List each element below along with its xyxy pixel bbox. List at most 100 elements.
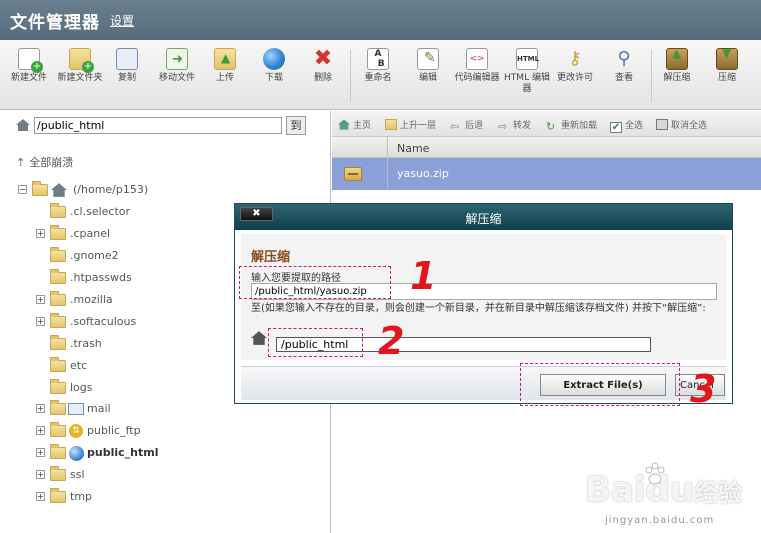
tree-item-public-ftp[interactable]: + ⇅ public_ftp xyxy=(36,422,326,441)
app-header: 文件管理器 设置 xyxy=(0,0,761,40)
compress-icon: ▼ xyxy=(716,46,738,70)
move-button[interactable]: ➜ 移动文件 xyxy=(152,48,202,106)
annotation-number-2: 2 xyxy=(378,319,405,363)
back-arrow-icon: ⇦ xyxy=(450,120,460,133)
download-icon xyxy=(263,48,285,70)
folder-icon xyxy=(50,357,66,372)
annotation-number-3: 3 xyxy=(690,367,717,411)
folder-icon xyxy=(50,488,66,503)
path-input[interactable] xyxy=(34,117,282,134)
tree-item-tmp[interactable]: + tmp xyxy=(36,488,326,507)
annotation-box-3 xyxy=(520,363,680,406)
column-separator xyxy=(387,158,388,190)
toolbar-separator xyxy=(350,50,351,102)
mail-icon xyxy=(68,403,84,415)
edit-button[interactable]: ✎ 编辑 xyxy=(403,48,453,106)
reload-button[interactable]: ↻ 重新加载 xyxy=(546,118,597,132)
code-editor-icon: <> xyxy=(466,48,488,70)
new-file-icon: + xyxy=(18,48,43,73)
compress-button[interactable]: ▼ 压缩 xyxy=(702,46,752,106)
path-bar: 到 xyxy=(14,116,306,136)
upload-button[interactable]: ▲ 上传 xyxy=(200,48,250,106)
paw-icon xyxy=(645,462,665,485)
checkbox-unchecked-icon xyxy=(656,119,668,130)
view-button[interactable]: ⚲ 查看 xyxy=(599,48,649,106)
expand-icon[interactable]: + xyxy=(36,404,45,413)
expand-icon[interactable]: + xyxy=(36,426,45,435)
new-folder-icon: + xyxy=(69,48,94,73)
home-icon xyxy=(251,331,267,345)
dialog-note: 至(如果您输入不存在的目录，则会创建一个新目录，并在新目录中解压缩该存档文件) … xyxy=(251,303,706,314)
expand-icon[interactable]: + xyxy=(36,470,45,479)
rename-icon: A B xyxy=(367,48,389,70)
dialog-titlebar: ✖ 解压缩 xyxy=(235,204,732,230)
select-all-button[interactable]: ✔ 全选 xyxy=(610,118,643,133)
up-arrow-icon: ⇡ xyxy=(16,156,26,169)
key-icon: ⚷ xyxy=(568,48,582,69)
extract-button[interactable]: ▲ 解压缩 xyxy=(652,46,702,106)
folder-icon xyxy=(50,247,66,262)
folder-icon xyxy=(50,444,66,459)
unselect-all-button[interactable]: 取消全选 xyxy=(656,118,707,131)
zip-icon xyxy=(344,167,362,181)
tree-item-ssl[interactable]: + ssl xyxy=(36,466,326,485)
collapse-icon[interactable]: − xyxy=(18,185,27,194)
expand-icon[interactable]: + xyxy=(36,229,45,238)
new-file-button[interactable]: + 新建文件 xyxy=(4,48,54,106)
forward-arrow-icon: ⇨ xyxy=(498,120,508,133)
expand-icon[interactable]: + xyxy=(36,492,45,501)
folder-icon xyxy=(50,466,66,481)
app-title: 文件管理器 xyxy=(10,13,100,33)
folder-icon xyxy=(50,269,66,284)
code-editor-button[interactable]: <> 代码编辑器 xyxy=(452,48,502,106)
file-row-yasuo-zip[interactable]: yasuo.zip xyxy=(332,158,761,190)
dialog-heading: 解压缩 xyxy=(251,250,291,265)
forward-button[interactable]: ⇨ 转发 xyxy=(498,118,531,132)
column-name-header[interactable]: Name xyxy=(397,142,429,155)
settings-link[interactable]: 设置 xyxy=(110,12,134,29)
home-icon xyxy=(16,119,30,131)
expand-icon[interactable]: + xyxy=(36,448,45,457)
go-button[interactable]: 到 xyxy=(286,116,306,135)
folder-icon xyxy=(50,422,66,437)
folder-icon xyxy=(50,379,66,394)
upload-icon: ▲ xyxy=(214,48,236,70)
annotation-box-1 xyxy=(239,266,391,299)
download-button[interactable]: 下载 xyxy=(249,48,299,106)
extract-icon: ▲ xyxy=(666,46,688,70)
annotation-number-1: 1 xyxy=(410,254,437,298)
expand-icon[interactable]: + xyxy=(36,295,45,304)
html-editor-button[interactable]: HTML HTML 编辑器 xyxy=(502,48,552,106)
watermark-url: jingyan.baidu.com xyxy=(605,515,715,526)
delete-icon: ✖ xyxy=(313,46,333,71)
expand-icon[interactable]: + xyxy=(36,317,45,326)
back-button[interactable]: ⇦ 后退 xyxy=(450,118,483,132)
tree-item-public-html[interactable]: + public_html xyxy=(36,444,326,463)
reload-icon: ↻ xyxy=(546,120,556,133)
file-name: yasuo.zip xyxy=(397,167,449,180)
delete-button[interactable]: ✖ 删除 xyxy=(298,48,348,106)
tree-item-root[interactable]: − (/home/p153) xyxy=(18,181,318,200)
column-separator xyxy=(387,137,388,158)
permissions-button[interactable]: ⚷ 更改许可 xyxy=(550,48,600,106)
up-one-level-button[interactable]: 上升一层 xyxy=(385,118,436,131)
folder-icon xyxy=(50,335,66,350)
rename-button[interactable]: A B 重命名 xyxy=(353,48,403,106)
collapse-all-link[interactable]: ⇡ 全部崩溃 xyxy=(16,154,73,170)
ftp-icon: ⇅ xyxy=(69,424,83,438)
home-icon xyxy=(338,119,350,130)
home-icon xyxy=(51,183,67,197)
column-header: Name xyxy=(332,137,761,158)
file-list-toolbar: 主页 上升一层 ⇦ 后退 ⇨ 转发 ↻ 重新加载 ✔ 全选 取消全选 xyxy=(332,111,761,137)
checkbox-checked-icon: ✔ xyxy=(610,122,622,133)
copy-button[interactable]: 复制 xyxy=(102,48,152,106)
folder-icon xyxy=(50,291,66,306)
home-nav-button[interactable]: 主页 xyxy=(338,118,371,131)
html-editor-icon: HTML xyxy=(516,48,539,70)
magnifier-icon: ⚲ xyxy=(617,48,631,69)
folder-icon xyxy=(50,203,66,218)
edit-icon: ✎ xyxy=(417,48,439,70)
new-folder-button[interactable]: + 新建文件夹 xyxy=(55,48,105,106)
main-toolbar: + 新建文件 + 新建文件夹 复制 ➜ 移动文件 ▲ 上传 下载 ✖ 删除 A … xyxy=(0,40,761,110)
folder-up-icon xyxy=(385,119,397,130)
